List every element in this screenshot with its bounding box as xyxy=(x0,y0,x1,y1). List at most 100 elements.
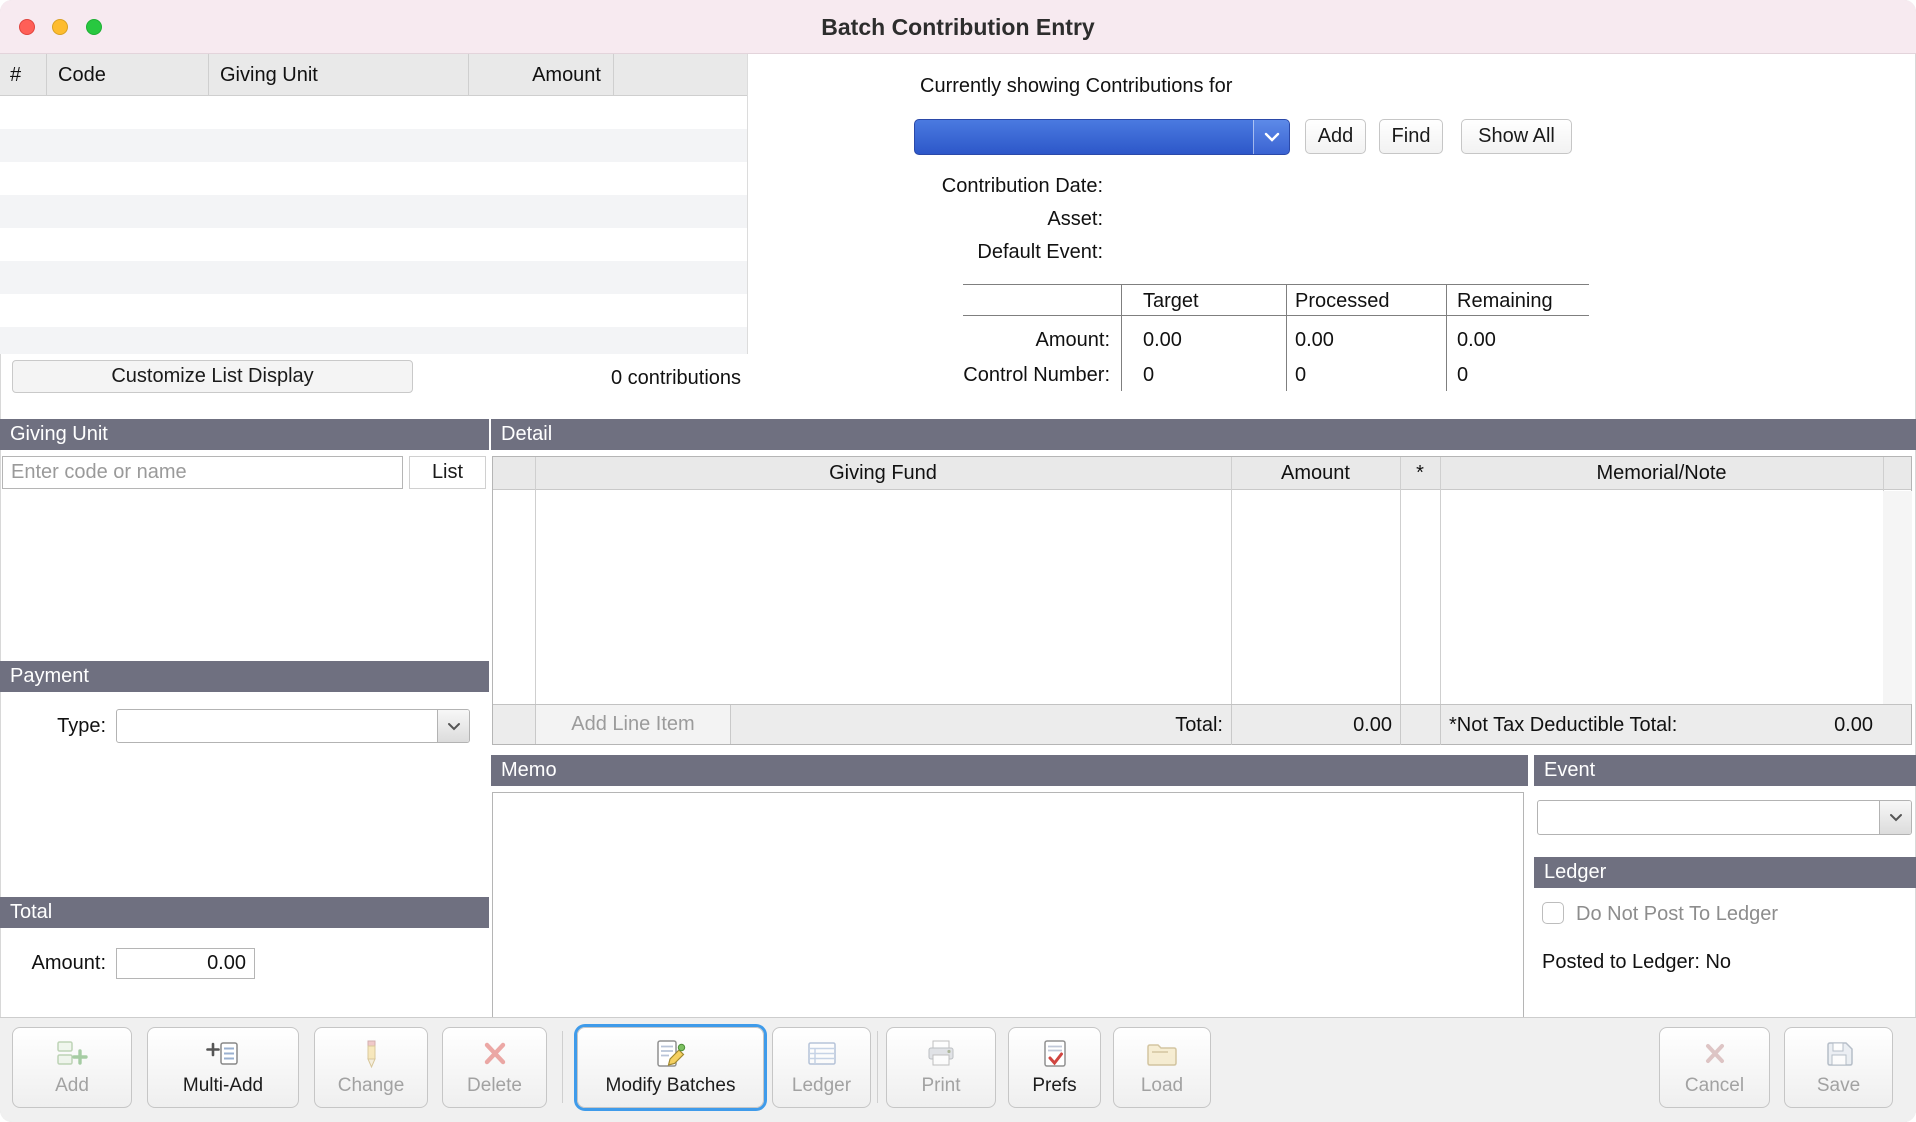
contributions-list: # Code Giving Unit Amount xyxy=(0,54,748,354)
summary-divider xyxy=(1286,284,1287,391)
total-amount-input[interactable] xyxy=(116,948,255,979)
ledger-button[interactable]: Ledger xyxy=(772,1027,871,1108)
asset-label: Asset: xyxy=(800,207,1103,231)
batch-contribution-entry-window: Batch Contribution Entry # Code Giving U… xyxy=(0,0,1916,1122)
summary-amount-target: 0.00 xyxy=(1143,328,1182,352)
detail-col-asterisk: * xyxy=(1400,457,1440,490)
modify-batches-button[interactable]: Modify Batches xyxy=(577,1027,764,1108)
giving-unit-list-button[interactable]: List xyxy=(409,456,486,489)
customize-list-display-button[interactable]: Customize List Display xyxy=(12,360,413,393)
prefs-document-icon xyxy=(1037,1038,1073,1073)
summary-col-remaining: Remaining xyxy=(1457,289,1553,313)
detail-total-label: Total: xyxy=(931,705,1223,745)
bottom-toolbar: Add Multi-Add Change xyxy=(0,1017,1916,1122)
summary-amount-remaining: 0.00 xyxy=(1457,328,1496,352)
printer-icon xyxy=(923,1038,959,1073)
summary-control-processed: 0 xyxy=(1295,363,1306,387)
batch-heading: Currently showing Contributions for xyxy=(920,74,1232,98)
cancel-button[interactable]: Cancel xyxy=(1659,1027,1770,1108)
add-icon xyxy=(54,1038,90,1073)
summary-col-processed: Processed xyxy=(1295,289,1390,313)
payment-section-header: Payment xyxy=(0,661,489,692)
col-header-giving-unit: Giving Unit xyxy=(208,54,468,96)
ledger-section-header: Ledger xyxy=(1534,857,1916,888)
change-button[interactable]: Change xyxy=(314,1027,428,1108)
summary-divider xyxy=(1446,284,1447,391)
modify-batches-icon xyxy=(653,1038,689,1073)
window-title: Batch Contribution Entry xyxy=(0,0,1916,54)
column-divider xyxy=(1440,457,1441,704)
ledger-grid-icon xyxy=(804,1038,840,1073)
batch-find-button[interactable]: Find xyxy=(1379,119,1443,154)
column-divider xyxy=(468,54,469,96)
load-button[interactable]: Load xyxy=(1113,1027,1211,1108)
summary-control-remaining: 0 xyxy=(1457,363,1468,387)
not-tax-deductible-value: 0.00 xyxy=(1693,705,1873,745)
folder-icon xyxy=(1144,1038,1180,1073)
delete-button[interactable]: Delete xyxy=(442,1027,547,1108)
column-divider xyxy=(1400,705,1401,745)
default-event-label: Default Event: xyxy=(800,240,1103,264)
batch-select-dropdown[interactable] xyxy=(914,119,1290,155)
add-button[interactable]: Add xyxy=(12,1027,132,1108)
batch-add-button[interactable]: Add xyxy=(1305,119,1366,154)
column-divider xyxy=(1231,705,1232,745)
event-dropdown[interactable] xyxy=(1537,800,1912,835)
summary-divider xyxy=(963,315,1589,316)
col-header-number: # xyxy=(0,54,46,96)
memo-textarea[interactable] xyxy=(492,792,1524,1033)
column-divider xyxy=(613,54,614,96)
do-not-post-checkbox[interactable] xyxy=(1542,902,1564,924)
batch-show-all-button[interactable]: Show All xyxy=(1461,119,1572,154)
summary-control-target: 0 xyxy=(1143,363,1154,387)
not-tax-deductible-label: *Not Tax Deductible Total: xyxy=(1449,705,1677,745)
column-divider xyxy=(46,54,47,96)
summary-col-target: Target xyxy=(1143,289,1199,313)
total-section-header: Total xyxy=(0,897,489,928)
cancel-x-icon xyxy=(1697,1038,1733,1073)
pencil-icon xyxy=(353,1038,389,1073)
total-amount-label: Amount: xyxy=(0,951,106,975)
detail-section-header: Detail xyxy=(491,419,1916,450)
save-button[interactable]: Save xyxy=(1784,1027,1893,1108)
detail-table-header: Giving Fund Amount * Memorial/Note xyxy=(493,457,1911,490)
detail-col-giving-fund: Giving Fund xyxy=(535,457,1231,490)
chevron-down-icon xyxy=(1253,120,1289,154)
toolbar-divider xyxy=(877,1031,878,1103)
summary-divider xyxy=(963,284,1589,285)
detail-total-value: 0.00 xyxy=(1241,705,1392,745)
column-divider xyxy=(535,457,536,704)
summary-amount-label: Amount: xyxy=(810,328,1110,352)
chevron-down-icon xyxy=(1879,801,1911,834)
contribution-count: 0 contributions xyxy=(556,366,796,390)
prefs-button[interactable]: Prefs xyxy=(1008,1027,1101,1108)
multi-add-icon xyxy=(205,1038,241,1073)
toolbar-divider xyxy=(562,1031,563,1103)
detail-table-footer: Add Line Item Total: 0.00 *Not Tax Deduc… xyxy=(493,704,1911,744)
col-header-code: Code xyxy=(46,54,208,96)
title-bar: Batch Contribution Entry xyxy=(0,0,1916,54)
detail-table: Giving Fund Amount * Memorial/Note Add L… xyxy=(492,456,1912,745)
column-divider xyxy=(1231,457,1232,704)
summary-divider xyxy=(1121,284,1122,391)
posted-to-ledger-text: Posted to Ledger: No xyxy=(1542,950,1731,974)
delete-x-icon xyxy=(477,1038,513,1073)
save-disk-icon xyxy=(1821,1038,1857,1073)
summary-control-number-label: Control Number: xyxy=(810,363,1110,387)
summary-amount-processed: 0.00 xyxy=(1295,328,1334,352)
detail-scrollbar[interactable] xyxy=(1883,491,1912,704)
column-divider xyxy=(1400,457,1401,704)
print-button[interactable]: Print xyxy=(886,1027,996,1108)
giving-unit-search-input[interactable] xyxy=(2,456,403,489)
add-line-item-button[interactable]: Add Line Item xyxy=(535,705,731,744)
payment-type-dropdown[interactable] xyxy=(116,709,470,743)
column-divider xyxy=(208,54,209,96)
contribution-rows[interactable] xyxy=(0,96,747,354)
chevron-down-icon xyxy=(437,710,469,742)
detail-col-memorial-note: Memorial/Note xyxy=(1440,457,1883,490)
event-section-header: Event xyxy=(1534,755,1916,786)
memo-section-header: Memo xyxy=(491,755,1528,786)
multi-add-button[interactable]: Multi-Add xyxy=(147,1027,299,1108)
col-header-amount: Amount xyxy=(468,54,613,96)
do-not-post-label: Do Not Post To Ledger xyxy=(1576,902,1778,926)
